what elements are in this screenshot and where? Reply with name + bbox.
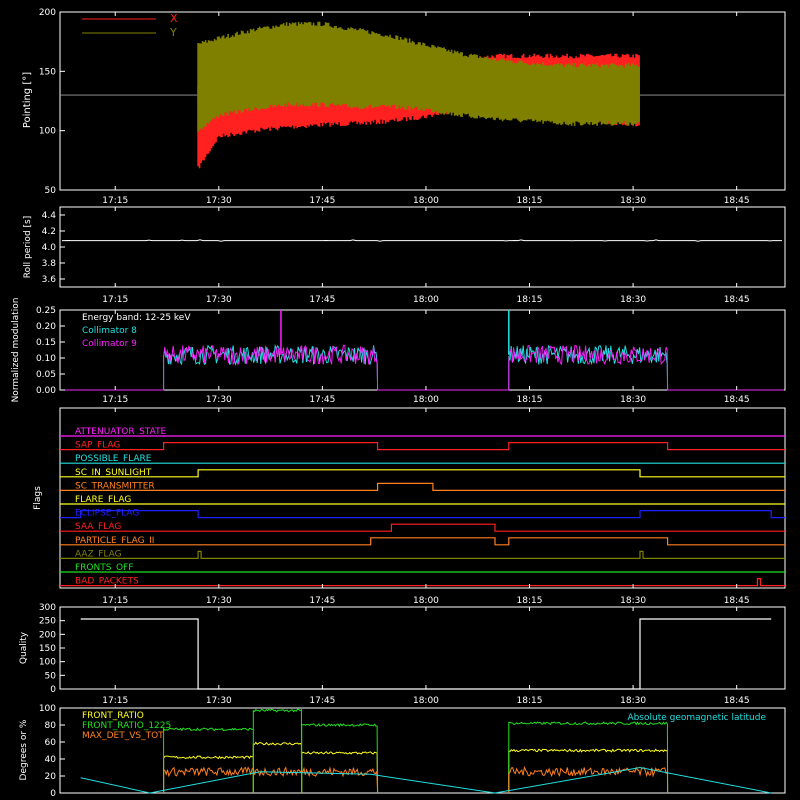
x-tick-label: 18:30 [620,295,646,305]
y-tick-label: 150 [39,67,56,77]
y-tick-label: 0.10 [36,354,56,364]
x-tick-label: 17:15 [102,395,128,405]
y-tick-label: 150 [39,644,56,654]
flag-label-sc-transmitter: SC_TRANSMITTER [75,481,155,491]
y-tick-label: 100 [39,658,56,668]
x-tick-label: 17:30 [206,596,232,606]
flag-label-possible-flare: POSSIBLE_FLARE [75,454,152,464]
y-tick-label: 0.15 [36,338,56,348]
x-tick-label: 18:15 [517,696,543,706]
x-tick-label: 17:45 [309,696,335,706]
y-tick-label: 4.2 [42,227,56,237]
y-tick-label: 0.25 [36,306,56,316]
y-tick-label: 4.0 [42,243,57,253]
y-tick-label: 20 [45,772,57,782]
y-axis-label: Roll period [s] [23,216,33,278]
flag-label-bad-packets: BAD_PACKETS [75,577,139,587]
x-tick-label: 18:45 [724,596,750,606]
y-tick-label: 80 [45,721,57,731]
y-tick-label: 0 [50,789,56,799]
legend-label-max-det-vs-tot: MAX_DET_VS_TOT [82,731,164,741]
x-tick-label: 18:00 [413,196,439,206]
legend-label-front-ratio-1225: FRONT_RATIO_1225 [82,721,171,731]
legend-label-collimator-8: Collimator 8 [82,326,137,336]
x-tick-label: 17:30 [206,696,232,706]
flag-label-particle-flag-ii: PARTICLE_FLAG_II [75,536,154,546]
energy-band-annotation: Energy band: 12-25 keV [82,313,191,323]
y-axis-label: Degrees or % [19,719,29,780]
y-tick-label: 250 [39,617,56,627]
legend-label-front-ratio: FRONT_RATIO [82,711,144,721]
x-tick-label: 17:30 [206,196,232,206]
x-tick-label: 17:15 [102,295,128,305]
x-tick-label: 17:45 [309,196,335,206]
flag-label-fronts-off: FRONTS_OFF [75,563,133,573]
x-tick-label: 18:15 [517,196,543,206]
y-tick-label: 0.20 [36,322,56,332]
x-tick-label: 18:45 [724,295,750,305]
flag-label-sc-in-sunlight: SC_IN_SUNLIGHT [75,468,152,478]
y-tick-label: 60 [45,738,57,748]
x-tick-label: 18:00 [413,596,439,606]
x-tick-label: 18:00 [413,696,439,706]
x-tick-label: 18:15 [517,596,543,606]
flag-label-aaz-flag: AAZ_FLAG [75,549,122,559]
geomagnetic-latitude-label: Absolute geomagnetic latitude [627,713,766,723]
legend-label-collimator-9: Collimator 9 [82,339,137,349]
x-tick-label: 18:45 [724,696,750,706]
y-tick-label: 200 [39,8,56,18]
stix-quicklook-figure: Pointing [°] X Y 50100150200 17:15 17:30 1… [0,0,800,800]
x-tick-label: 18:15 [517,295,543,305]
y-tick-label: 50 [45,671,57,681]
legend-label-x: X [170,12,178,25]
x-tick-label: 18:30 [620,596,646,606]
y-axis-label: Flags [33,486,43,510]
y-tick-label: 0.05 [36,370,56,380]
x-tick-label: 18:45 [724,395,750,405]
y-tick-label: 100 [39,127,56,137]
flag-label-flare-flag: FLARE_FLAG [75,495,131,505]
flag-label-eclipse-flag: ECLIPSE_FLAG [75,509,139,519]
y-tick-label: 3.8 [42,259,57,269]
legend-label-y: Y [169,26,177,39]
y-tick-label: 300 [39,603,56,613]
x-tick-label: 17:45 [309,295,335,305]
x-tick-label: 18:00 [413,395,439,405]
flag-label-saa-flag: SAA_FLAG [75,522,121,532]
y-tick-label: 100 [39,704,56,714]
x-tick-label: 18:30 [620,696,646,706]
y-tick-label: 0 [50,685,56,695]
y-axis-label: Pointing [°] [22,72,33,128]
y-axis-label: Normalized modulation [11,298,21,403]
x-tick-label: 17:15 [102,696,128,706]
y-tick-label: 3.6 [42,275,57,285]
y-tick-label: 40 [45,755,57,765]
x-tick-label: 18:15 [517,395,543,405]
y-tick-label: 200 [39,630,56,640]
flag-label-attenuator-state: ATTENUATOR_STATE [75,427,167,437]
x-tick-label: 17:30 [206,395,232,405]
y-tick-label: 50 [45,186,57,196]
x-tick-label: 17:30 [206,295,232,305]
x-tick-label: 18:00 [413,295,439,305]
x-tick-label: 18:30 [620,395,646,405]
y-tick-label: 4.4 [42,211,57,221]
x-tick-label: 17:15 [102,196,128,206]
x-tick-label: 17:15 [102,596,128,606]
flag-label-sap-flag: SAP_FLAG [75,441,120,451]
x-tick-label: 18:45 [724,196,750,206]
x-tick-label: 17:45 [309,395,335,405]
y-axis-label: Quality [19,631,29,664]
y-tick-label: 0.00 [36,386,56,396]
x-tick-label: 17:45 [309,596,335,606]
x-tick-label: 18:30 [620,196,646,206]
